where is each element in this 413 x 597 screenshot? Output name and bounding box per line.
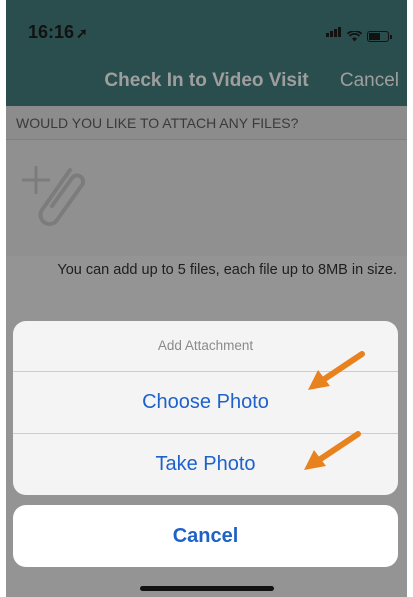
- home-indicator[interactable]: [140, 586, 274, 591]
- annotation-arrow-icon: [308, 351, 365, 390]
- phone-screen: 16:16 ➚ Check In to Video Visit Cancel WO…: [6, 0, 407, 597]
- action-sheet-cancel-button[interactable]: Cancel: [13, 505, 398, 567]
- annotation-arrow-icon: [304, 431, 361, 470]
